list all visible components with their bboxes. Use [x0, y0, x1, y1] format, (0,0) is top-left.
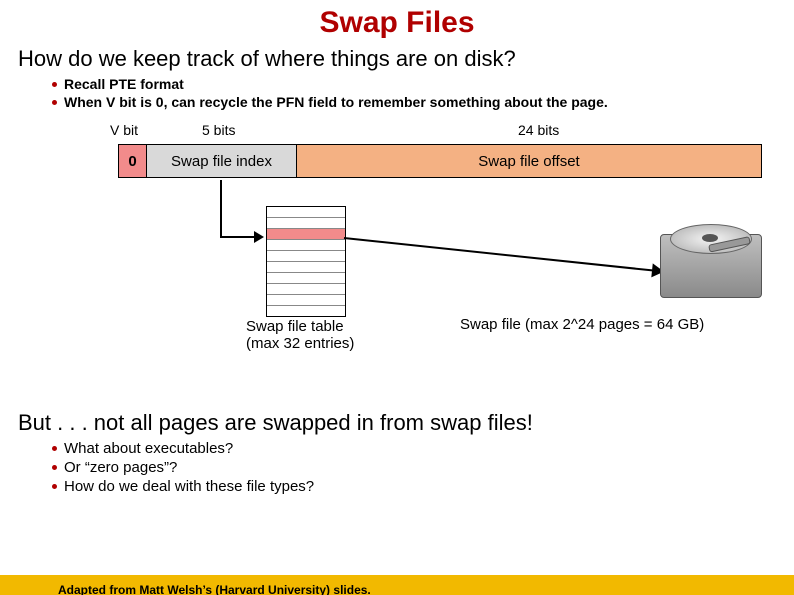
- slide-title: Swap Files: [0, 6, 794, 40]
- swap-file-table-caption: Swap file table (max 32 entries): [246, 318, 354, 352]
- bullet: Recall PTE format: [52, 76, 794, 92]
- bullets-1: Recall PTE format When V bit is 0, can r…: [52, 76, 794, 110]
- label-v-bit: V bit: [110, 122, 138, 138]
- pte-row: 0 Swap file index Swap file offset: [118, 144, 762, 178]
- swap-file-table: [266, 206, 346, 317]
- pte-offset-cell: Swap file offset: [297, 145, 761, 177]
- pte-v-bit-cell: 0: [119, 145, 147, 177]
- pte-diagram: V bit 5 bits 24 bits 0 Swap file index S…: [0, 116, 794, 386]
- bullets-2: What about executables? Or “zero pages”?…: [52, 440, 794, 495]
- swap-file-caption: Swap file (max 2^24 pages = 64 GB): [460, 316, 704, 333]
- question-1: How do we keep track of where things are…: [18, 46, 794, 72]
- bullet: Or “zero pages”?: [52, 459, 794, 476]
- label-24-bits: 24 bits: [518, 122, 559, 138]
- bullet: When V bit is 0, can recycle the PFN fie…: [52, 94, 794, 110]
- bullet: How do we deal with these file types?: [52, 478, 794, 495]
- swap-file-table-selected-row: [267, 229, 345, 240]
- arrow-index-to-table: [220, 180, 260, 250]
- question-2: But . . . not all pages are swapped in f…: [18, 410, 794, 436]
- label-5-bits: 5 bits: [202, 122, 235, 138]
- footer-attribution: Adapted from Matt Welsh’s (Harvard Unive…: [58, 583, 371, 595]
- pte-index-cell: Swap file index: [147, 145, 297, 177]
- bullet: What about executables?: [52, 440, 794, 457]
- hard-disk-icon: [660, 226, 762, 304]
